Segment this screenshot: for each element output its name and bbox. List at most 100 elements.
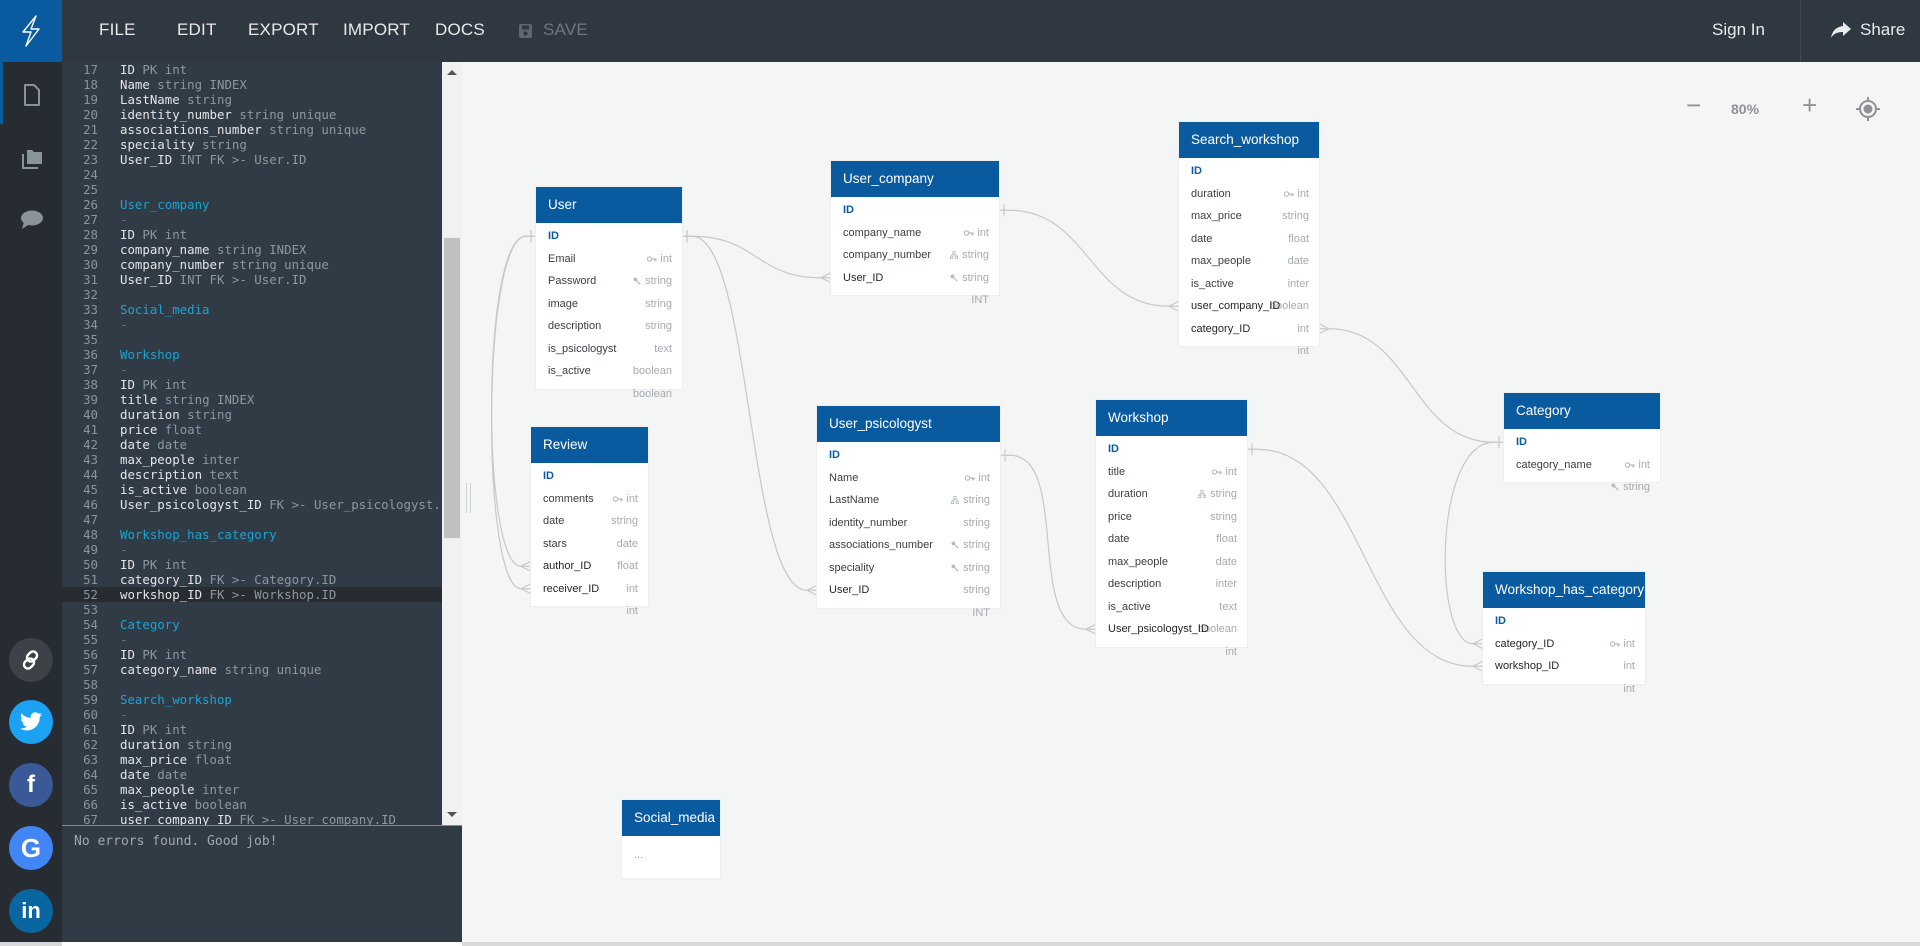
code-line[interactable]: 35 xyxy=(62,332,442,347)
table-field-row[interactable]: ID int xyxy=(1504,431,1660,471)
chat-icon[interactable] xyxy=(19,207,45,233)
table-field-row[interactable]: description text xyxy=(536,315,682,355)
code-line[interactable]: 42 date date xyxy=(62,437,442,452)
code-line[interactable]: 65 max_people inter xyxy=(62,782,442,797)
table-title[interactable]: Social_media xyxy=(622,800,720,836)
code-line[interactable]: 54 Category xyxy=(62,617,442,632)
zoom-out-button[interactable]: − xyxy=(1686,92,1701,118)
table-field-row[interactable]: Password string xyxy=(536,270,682,310)
code-line[interactable]: 67 user_company_ID FK >- User_company.ID xyxy=(62,812,442,825)
table-field-row[interactable]: author_ID int xyxy=(531,555,648,595)
code-line[interactable]: 37 - xyxy=(62,362,442,377)
code-line[interactable]: 31 User_ID INT FK >- User.ID xyxy=(62,272,442,287)
code-line[interactable]: 41 price float xyxy=(62,422,442,437)
code-line[interactable]: 57 category_name string unique xyxy=(62,662,442,677)
code-line[interactable]: 46 User_psicologyst_ID FK >- User_psicolo… xyxy=(62,497,442,512)
table-field-row[interactable]: User_ID INT xyxy=(831,267,999,307)
code-line[interactable]: 24 xyxy=(62,167,442,182)
app-logo[interactable] xyxy=(0,0,62,62)
table-field-row[interactable]: date date xyxy=(531,510,648,550)
table-field-row[interactable]: ID int xyxy=(1096,438,1247,478)
table-field-row[interactable]: ID int xyxy=(1483,610,1645,650)
table-field-row[interactable]: is_active boolean xyxy=(536,360,682,400)
table-title[interactable]: User_company xyxy=(831,161,999,197)
google-share-button[interactable]: G xyxy=(9,826,53,870)
table-field-row[interactable]: ID int xyxy=(831,199,999,239)
table-search-workshop[interactable]: Search_workshop ID int duration string max_pr… xyxy=(1179,122,1319,357)
code-line[interactable]: 40 duration string xyxy=(62,407,442,422)
folders-icon[interactable] xyxy=(19,145,45,171)
table-title[interactable]: Review xyxy=(531,427,648,463)
table-field-row[interactable]: LastName string xyxy=(817,489,1000,529)
table-field-row[interactable]: max_people inter xyxy=(1179,250,1319,290)
menu-edit[interactable]: EDIT xyxy=(177,20,217,40)
table-field-row[interactable]: max_people inter xyxy=(1096,551,1247,591)
code-line[interactable]: 19 LastName string xyxy=(62,92,442,107)
code-line[interactable]: 61 ID PK int xyxy=(62,722,442,737)
code-line[interactable]: 26 User_company xyxy=(62,197,442,212)
code-line[interactable]: 59 Search_workshop xyxy=(62,692,442,707)
table-title[interactable]: Workshop xyxy=(1096,400,1247,436)
code-line[interactable]: 39 title string INDEX xyxy=(62,392,442,407)
code-line[interactable]: 56 ID PK int xyxy=(62,647,442,662)
menu-import[interactable]: IMPORT xyxy=(343,20,410,40)
table-field-row[interactable]: price float xyxy=(1096,506,1247,546)
code-line[interactable]: 44 description text xyxy=(62,467,442,482)
table-field-row[interactable]: ID int xyxy=(1179,160,1319,200)
code-line[interactable]: 30 company_number string unique xyxy=(62,257,442,272)
code-line[interactable]: 53 xyxy=(62,602,442,617)
scroll-up-arrow-icon[interactable] xyxy=(447,70,457,75)
table-field-row[interactable]: date date xyxy=(1179,228,1319,268)
code-line[interactable]: 27 - xyxy=(62,212,442,227)
table-field-row[interactable]: max_price float xyxy=(1179,205,1319,245)
code-line[interactable]: 55 - xyxy=(62,632,442,647)
table-user-company[interactable]: User_company ID int company_name string compa… xyxy=(831,161,999,307)
table-field-row[interactable]: duration string xyxy=(1096,483,1247,523)
code-line[interactable]: 36 Workshop xyxy=(62,347,442,362)
table-field-row[interactable]: company_number string xyxy=(831,244,999,284)
code-line[interactable]: 17 ID PK int xyxy=(62,62,442,77)
table-field-row[interactable]: Name string xyxy=(817,467,1000,507)
document-icon[interactable] xyxy=(19,82,45,108)
code-line[interactable]: 28 ID PK int xyxy=(62,227,442,242)
table-field-row[interactable]: speciality string xyxy=(817,557,1000,597)
table-field-row[interactable]: company_name string xyxy=(831,222,999,262)
table-field-row[interactable]: associations_number string xyxy=(817,534,1000,574)
code-line[interactable]: 60 - xyxy=(62,707,442,722)
code-line[interactable]: 20 identity_number string unique xyxy=(62,107,442,122)
table-title[interactable]: Search_workshop xyxy=(1179,122,1319,158)
twitter-share-button[interactable] xyxy=(9,700,53,744)
table-field-row[interactable]: category_name string xyxy=(1504,454,1660,494)
center-view-icon[interactable] xyxy=(1856,97,1880,121)
table-field-row[interactable]: image string xyxy=(536,293,682,333)
table-field-row[interactable]: duration string xyxy=(1179,183,1319,223)
menu-file[interactable]: FILE xyxy=(99,20,136,40)
table-field-row[interactable]: User_psicologyst_ID int xyxy=(1096,618,1247,658)
facebook-share-button[interactable]: f xyxy=(9,763,53,807)
table-field-row[interactable]: is_active boolean xyxy=(1179,273,1319,313)
table-field-row[interactable]: description text xyxy=(1096,573,1247,613)
table-field-row[interactable]: date date xyxy=(1096,528,1247,568)
code-line[interactable]: 29 company_name string INDEX xyxy=(62,242,442,257)
code-line[interactable]: 22 speciality string xyxy=(62,137,442,152)
code-line[interactable]: 47 xyxy=(62,512,442,527)
table-category[interactable]: Category ID int category_name string xyxy=(1504,393,1660,494)
code-line[interactable]: 52 workshop_ID FK >- Workshop.ID xyxy=(62,587,442,602)
editor-scrollbar[interactable] xyxy=(442,62,462,825)
menu-docs[interactable]: DOCS xyxy=(435,20,485,40)
copy-link-button[interactable] xyxy=(9,638,53,682)
table-field-row[interactable]: comments string xyxy=(531,488,648,528)
code-line[interactable]: 64 date date xyxy=(62,767,442,782)
table-field-row[interactable]: user_company_ID int xyxy=(1179,295,1319,335)
table-field-row[interactable]: is_active boolean xyxy=(1096,596,1247,636)
code-line[interactable]: 23 User_ID INT FK >- User.ID xyxy=(62,152,442,167)
panel-resize-handle[interactable] xyxy=(466,483,471,513)
table-field-row[interactable]: is_psicologyst boolean xyxy=(536,338,682,378)
table-review[interactable]: Review ID int comments string date date stars fl… xyxy=(531,427,648,618)
table-field-row[interactable]: identity_number string xyxy=(817,512,1000,552)
table-field-row[interactable]: receiver_ID int xyxy=(531,578,648,618)
code-line[interactable]: 58 xyxy=(62,677,442,692)
table-field-row[interactable]: category_ID int xyxy=(1483,633,1645,673)
menu-export[interactable]: EXPORT xyxy=(248,20,319,40)
table-field-row[interactable]: User_ID INT xyxy=(817,579,1000,619)
